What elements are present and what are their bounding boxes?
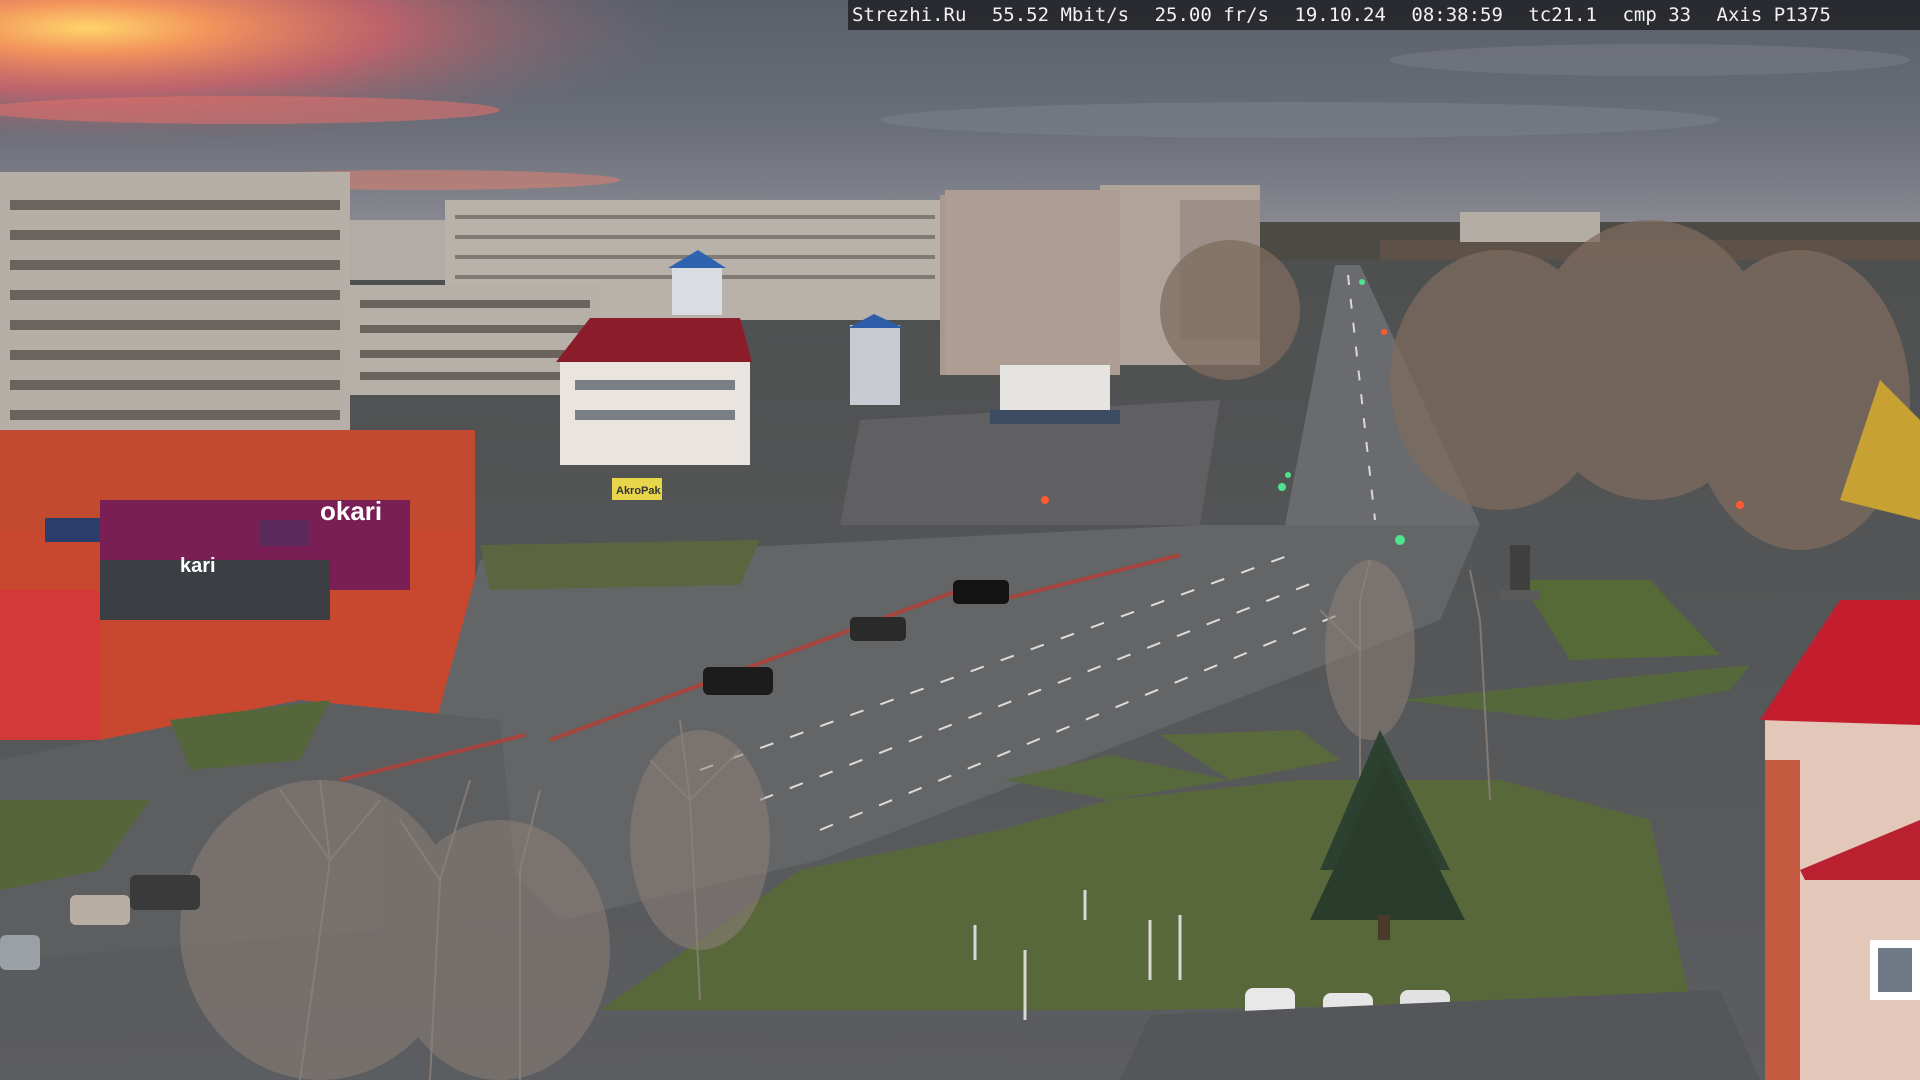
store-sign-secondary: kari [180,555,216,577]
overlay-time: 08:38:59 [1411,4,1503,26]
overlay-cmp: cmp 33 [1622,4,1692,26]
webcam-scene: okari kari [0,0,1920,1080]
camera-info-overlay: Strezhi.Ru 55.52 Mbit/s 25.00 fr/s 19.10… [848,0,1920,30]
overlay-site: Strezhi.Ru [852,4,967,26]
overlay-bitrate: 55.52 Mbit/s [991,4,1130,26]
overlay-tc: tc21.1 [1528,4,1597,26]
overlay-date: 19.10.24 [1294,4,1386,26]
overlay-camera-model: Axis P1375 [1716,4,1831,26]
apartment-block-center [945,190,1120,375]
store-building: okari kari [0,430,475,740]
red-roof-building [556,318,752,465]
store-sign-main: okari [320,496,382,526]
overlay-framerate: 25.00 fr/s [1154,4,1269,26]
